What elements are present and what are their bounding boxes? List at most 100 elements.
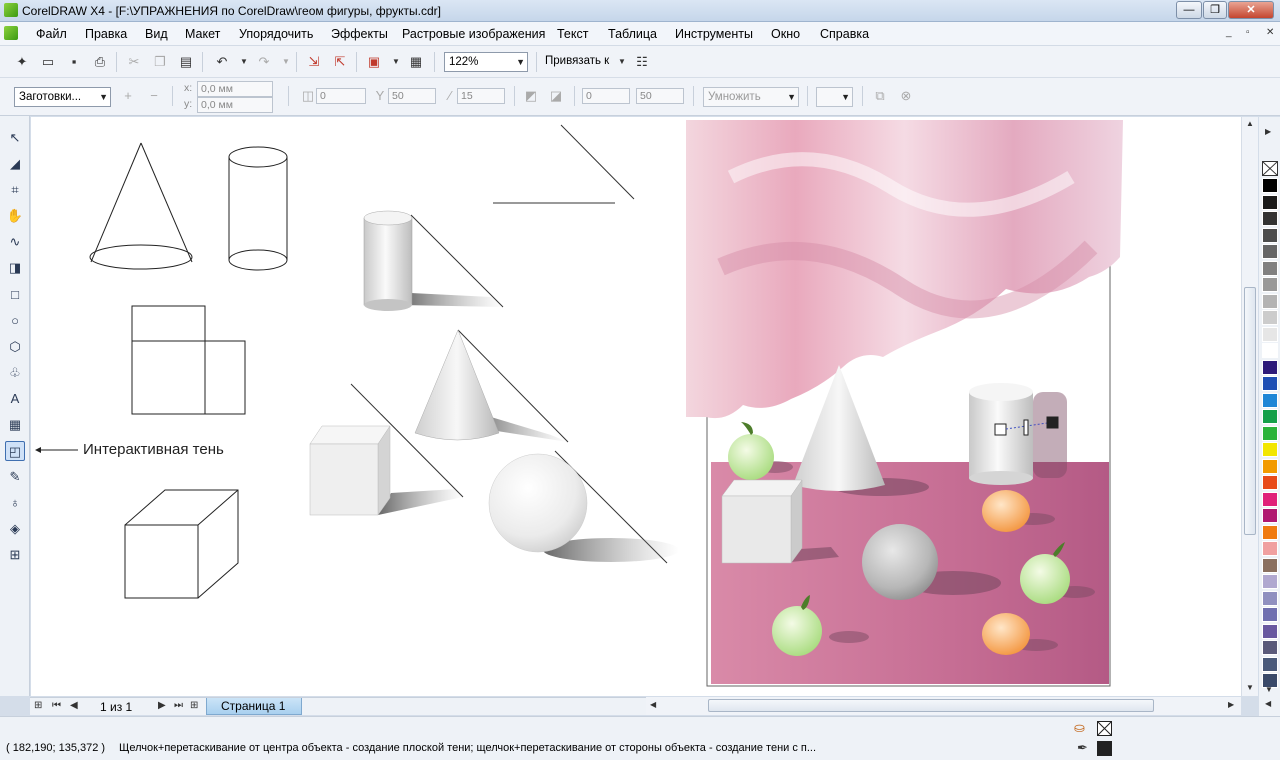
shape-tool-icon[interactable]: ◢ [5,154,25,174]
palette-swatch[interactable] [1262,524,1278,540]
palette-swatch[interactable] [1262,359,1278,375]
palette-swatch[interactable] [1262,541,1278,556]
palette-swatch[interactable] [1262,491,1278,507]
outline-color-indicator[interactable] [1097,741,1112,756]
remove-preset-icon[interactable]: − [146,88,162,104]
palette-swatch[interactable] [1262,409,1278,424]
crop-tool-icon[interactable]: ⌗ [5,180,25,200]
new-document-icon[interactable]: ✦ [14,54,30,70]
undo-dropdown-icon[interactable]: ▼ [236,54,252,70]
shadow-opacity-field[interactable]: 50 [388,88,436,104]
palette-swatch[interactable] [1262,425,1278,441]
menu-bitmaps[interactable]: Растровые изображения [402,27,545,41]
menu-edit[interactable]: Правка [85,27,127,41]
first-page-icon[interactable]: ⏮ [52,700,61,711]
polygon-tool-icon[interactable]: ⬡ [5,337,25,357]
palette-swatch[interactable] [1262,475,1278,490]
table-tool-icon[interactable]: ▦ [5,415,25,435]
palette-swatch[interactable] [1262,623,1278,639]
feathering-edges-icon[interactable]: ◪ [548,88,564,104]
shadow-fade-field[interactable]: 0 [582,88,630,104]
freehand-tool-icon[interactable]: ∿ [5,232,25,252]
menu-view[interactable]: Вид [145,27,168,41]
palette-swatch[interactable] [1262,607,1278,622]
palette-swatch[interactable] [1262,392,1278,408]
zoom-level-combo[interactable]: 122% ▼ [444,52,528,72]
palette-swatch[interactable] [1262,293,1278,309]
palette-swatch[interactable] [1262,227,1278,243]
palette-swatch[interactable] [1262,310,1278,325]
scroll-right-icon[interactable]: ▶ [1228,700,1234,709]
interactive-drop-shadow-tool-icon[interactable]: ◰ [5,441,25,461]
scroll-up-icon[interactable]: ▲ [1246,119,1254,128]
shadow-stretch-field[interactable]: 50 [636,88,684,104]
save-icon[interactable]: ▪ [66,54,82,70]
presets-combo[interactable]: Заготовки... ▼ [14,87,111,107]
horizontal-scroll-thumb[interactable] [708,699,1154,712]
palette-swatch[interactable] [1262,574,1278,589]
rectangle-tool-icon[interactable]: □ [5,285,25,305]
smart-fill-icon[interactable]: ◨ [5,258,25,278]
palette-swatch[interactable] [1262,590,1278,606]
horizontal-scrollbar[interactable]: ◀ ▶ [646,697,1241,715]
shadow-angle-field[interactable]: 0 [316,88,366,104]
ellipse-tool-icon[interactable]: ○ [5,311,25,331]
menu-file[interactable]: Файл [36,27,67,41]
palette-swatch[interactable] [1262,656,1278,672]
doc-minimize-button[interactable]: _ [1226,27,1232,38]
blend-mode-combo[interactable]: Умножить ▼ [703,87,799,107]
close-button[interactable]: ✕ [1228,1,1274,19]
palette-swatch[interactable] [1262,244,1278,259]
palette-swatch[interactable] [1262,178,1278,193]
previous-page-icon[interactable]: ◀ [70,700,78,711]
undo-icon[interactable]: ↶ [214,54,230,70]
palette-swatch[interactable] [1262,458,1278,474]
print-icon[interactable]: ⎙ [92,54,108,70]
palette-scroll-up-icon[interactable]: ▶ [1265,127,1271,136]
copy-icon[interactable]: ❐ [152,54,168,70]
palette-swatch[interactable] [1262,277,1278,292]
clear-shadow-icon[interactable]: ⊗ [898,88,914,104]
add-preset-icon[interactable]: + [120,88,136,104]
welcome-screen-icon[interactable]: ▦ [408,54,424,70]
application-launcher-icon[interactable]: ▣ [366,54,382,70]
vertical-scroll-thumb[interactable] [1244,287,1256,535]
palette-swatch[interactable] [1262,211,1278,226]
palette-swatch[interactable] [1262,260,1278,276]
menu-tools[interactable]: Инструменты [675,27,753,41]
menu-window[interactable]: Окно [771,27,800,41]
export-icon[interactable]: ⇱ [332,54,348,70]
palette-swatch[interactable] [1262,640,1278,655]
palette-swatch[interactable] [1262,326,1278,342]
paste-icon[interactable]: ▤ [178,54,194,70]
add-page-after-icon[interactable]: ⊞ [190,700,198,711]
basic-shapes-icon[interactable]: ♧ [5,363,25,383]
launcher-dropdown-icon[interactable]: ▼ [388,54,404,70]
fill-tool-icon[interactable]: ◈ [5,519,25,539]
x-position-field[interactable]: 0,0 мм [197,81,273,97]
interactive-fill-tool-icon[interactable]: ⊞ [5,545,25,565]
palette-swatch[interactable] [1262,343,1278,358]
palette-swatch[interactable] [1262,557,1278,573]
menu-arrange[interactable]: Упорядочить [239,27,313,41]
palette-swatch[interactable] [1262,442,1278,457]
last-page-icon[interactable]: ⏭ [174,700,183,711]
open-folder-icon[interactable]: ▭ [40,54,56,70]
shadow-color-picker[interactable]: ▼ [816,87,853,107]
pan-tool-icon[interactable]: ✋ [5,206,25,226]
menu-text[interactable]: Текст [557,27,588,41]
menu-help[interactable]: Справка [820,27,869,41]
options-icon[interactable]: ☷ [634,54,650,70]
eyedropper-tool-icon[interactable]: ✎ [5,467,25,487]
pick-tool-icon[interactable]: ↖ [5,128,25,148]
page-tab[interactable]: Страница 1 [206,698,302,715]
menu-effects[interactable]: Эффекты [331,27,388,41]
snap-dropdown-icon[interactable]: ▼ [614,54,630,70]
vertical-scrollbar[interactable]: ▲ ▼ [1241,117,1258,696]
palette-expand-icon[interactable]: ◀ [1265,699,1271,708]
scroll-left-icon[interactable]: ◀ [650,700,656,709]
no-fill-swatch[interactable] [1262,161,1278,176]
copy-shadow-properties-icon[interactable]: ⧉ [872,88,888,104]
snap-to-label[interactable]: Привязать к [545,55,609,67]
cut-icon[interactable]: ✂ [126,54,142,70]
